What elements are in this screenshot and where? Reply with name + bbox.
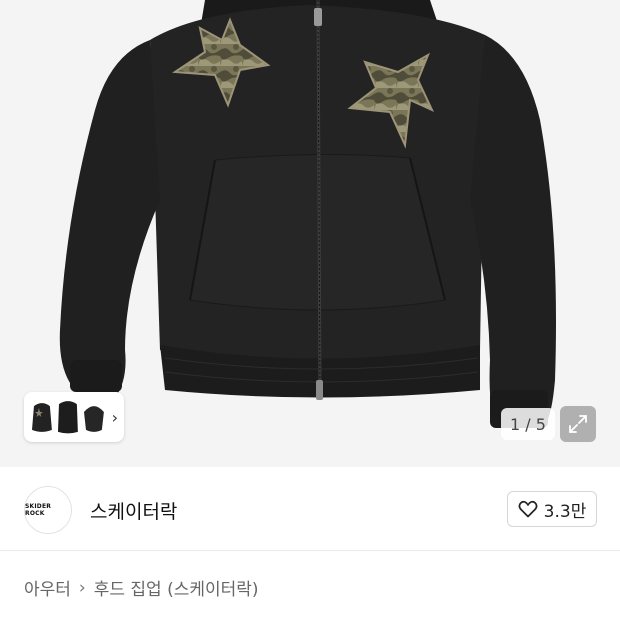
breadcrumb: 아우터 › 후드 집업 (스케이터락) bbox=[24, 575, 259, 601]
product-image-gallery[interactable]: › 1 / 5 bbox=[0, 0, 620, 467]
expand-button[interactable] bbox=[560, 406, 596, 442]
seller-name[interactable]: 스케이터락 bbox=[90, 497, 177, 524]
breadcrumb-separator: › bbox=[78, 577, 86, 598]
section-divider bbox=[0, 550, 620, 551]
thumbnail-strip[interactable]: › bbox=[24, 392, 124, 442]
thumbnail-front[interactable] bbox=[30, 398, 54, 436]
chevron-right-icon[interactable]: › bbox=[112, 408, 118, 427]
like-button[interactable]: 3.3만 bbox=[507, 491, 597, 527]
thumbnail-hood[interactable] bbox=[82, 398, 106, 436]
breadcrumb-item-category[interactable]: 아우터 bbox=[24, 575, 71, 600]
breadcrumb-item-subcategory[interactable]: 후드 집업 (스케이터락) bbox=[94, 575, 259, 600]
thumbnail-back[interactable] bbox=[56, 398, 80, 436]
seller-avatar-text: SKIDER ROCK bbox=[25, 503, 52, 517]
like-count: 3.3만 bbox=[543, 501, 587, 522]
seller-avatar[interactable]: SKIDER ROCK bbox=[24, 486, 72, 534]
image-counter: 1 / 5 bbox=[501, 408, 555, 440]
heart-icon bbox=[518, 500, 538, 518]
expand-icon bbox=[569, 415, 587, 433]
